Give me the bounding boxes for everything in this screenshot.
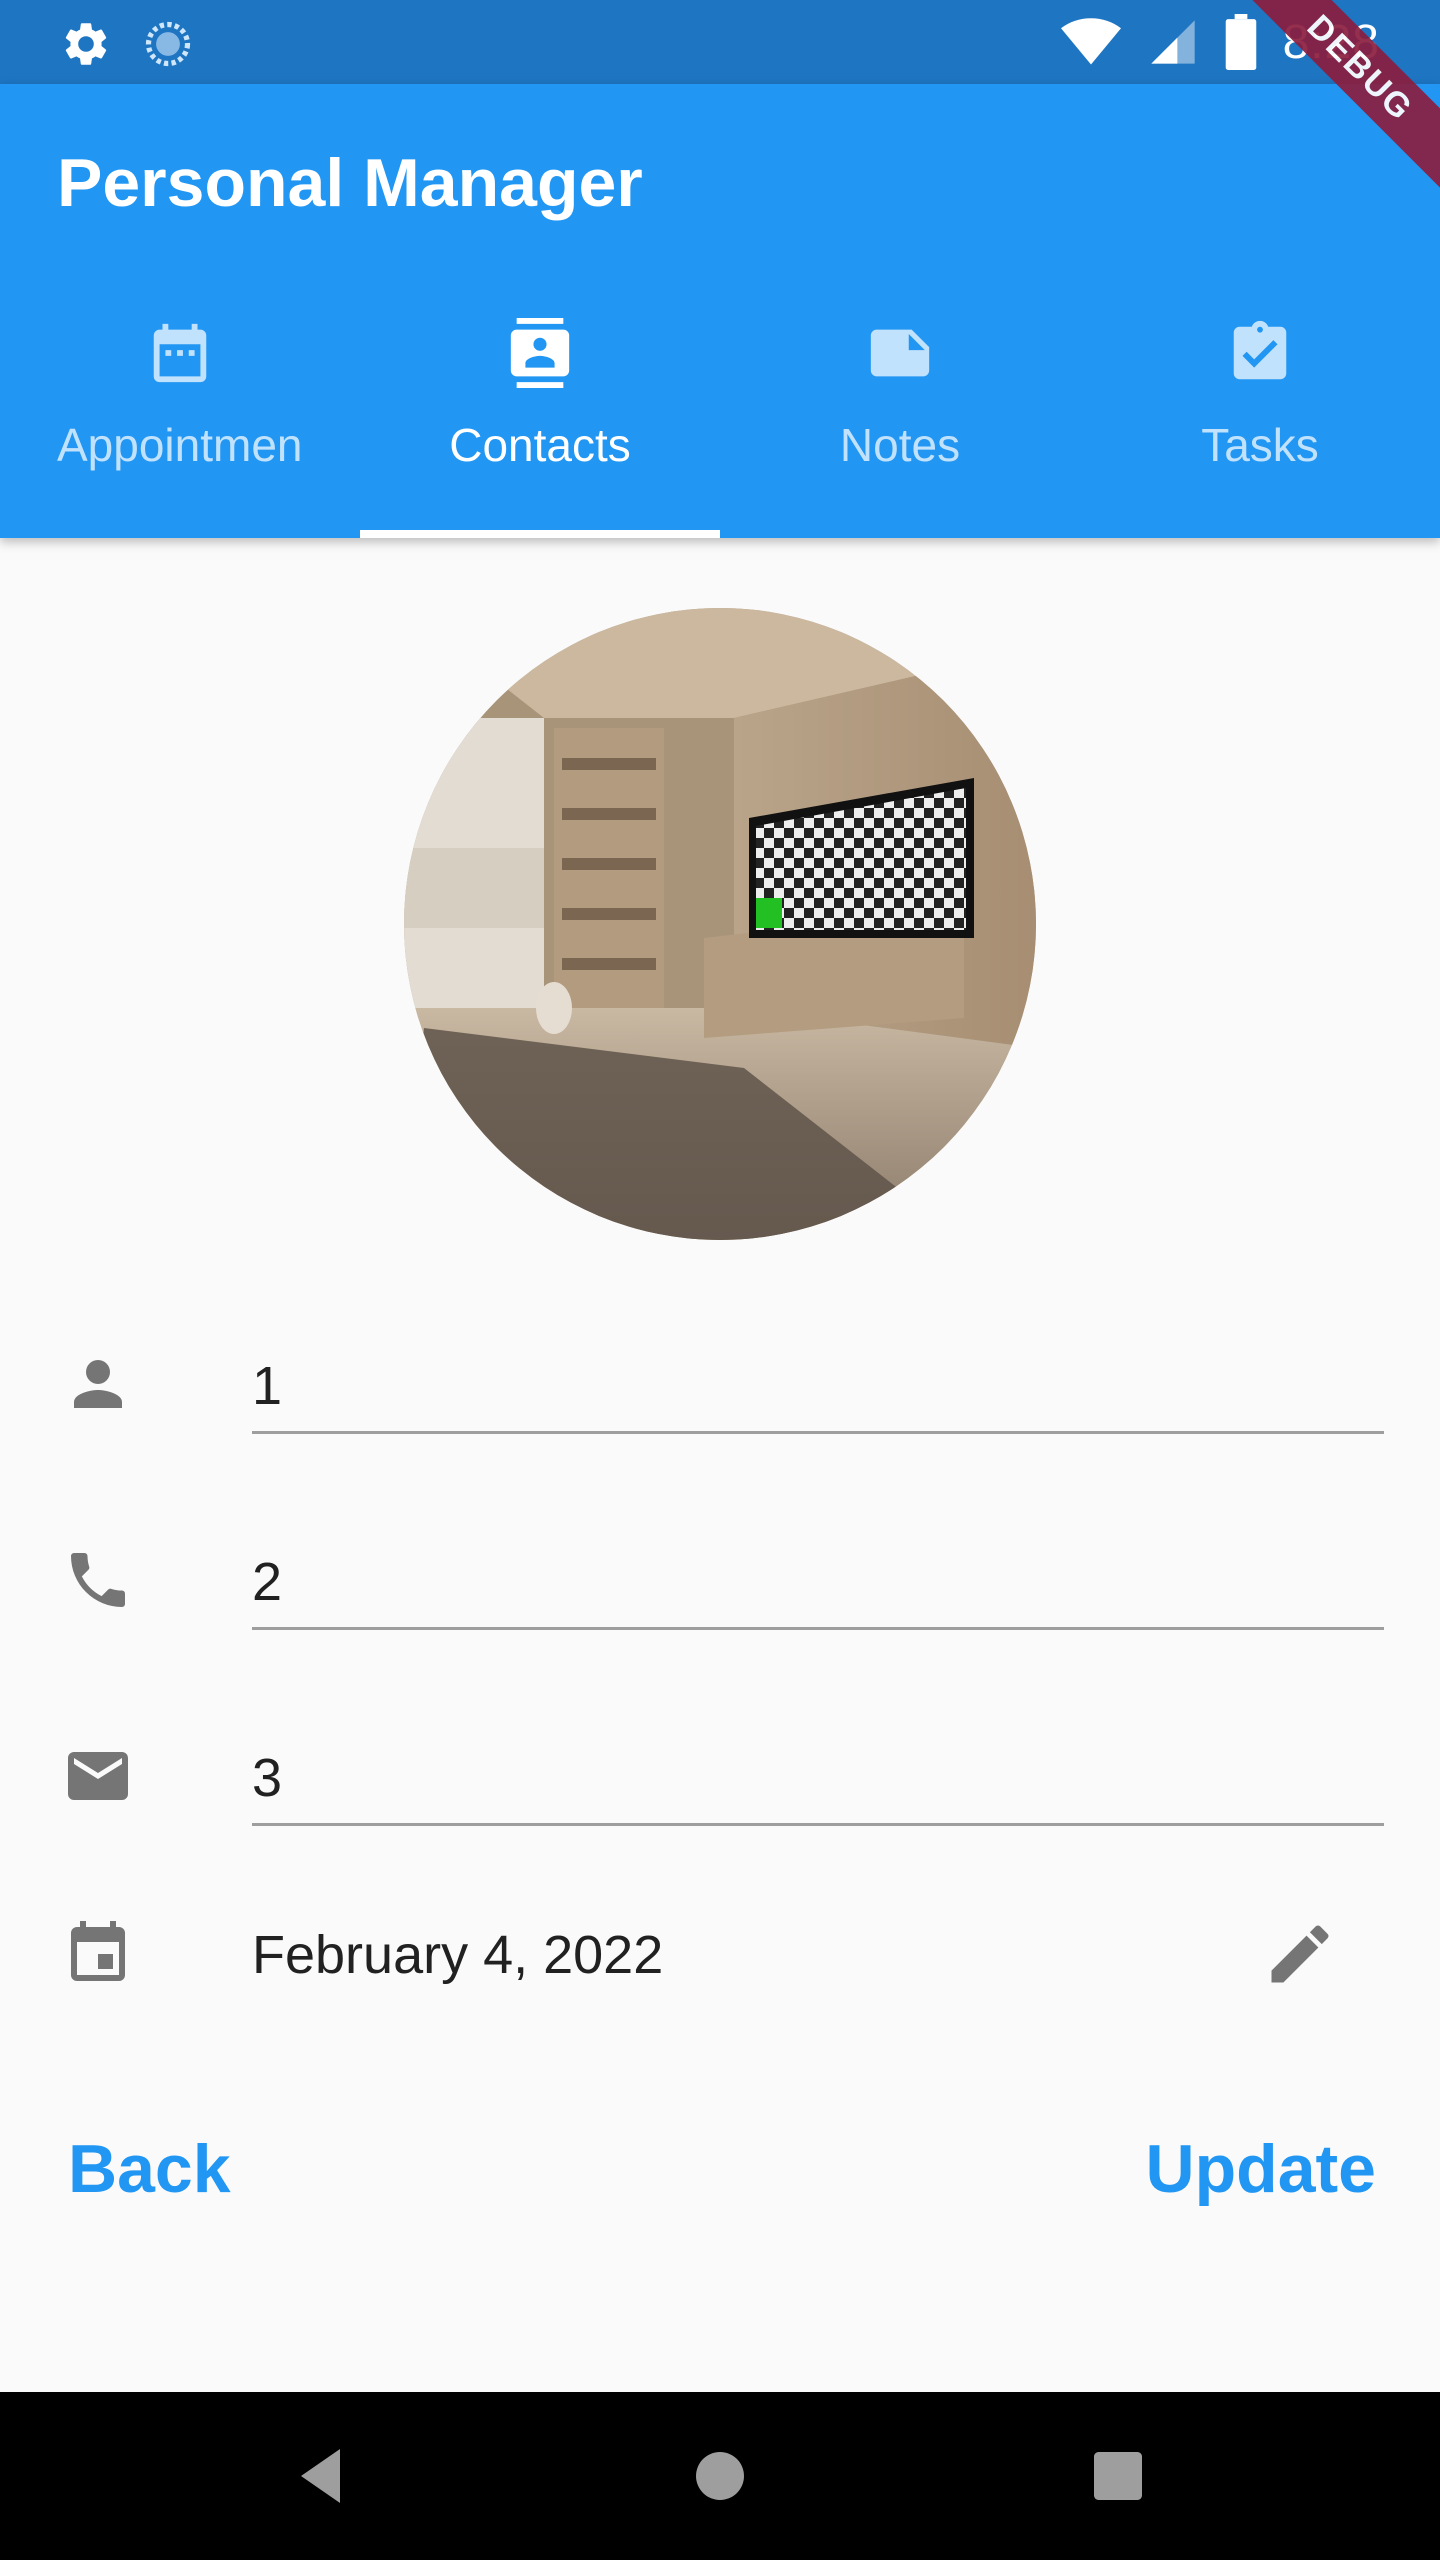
navigation-bar <box>0 2392 1440 2560</box>
gear-icon <box>65 23 107 65</box>
tab-label: Notes <box>839 419 961 471</box>
birthday-value: February 4, 2022 <box>252 1925 664 1985</box>
name-field[interactable] <box>252 1340 1384 1434</box>
event-calendar-icon <box>71 1921 125 1981</box>
tab-label: Appointments <box>57 419 300 471</box>
contacts-icon <box>510 318 570 388</box>
tab-appointments[interactable]: Appointments <box>0 298 360 538</box>
calendar-icon <box>153 323 207 383</box>
phone-row <box>0 1506 1440 1702</box>
update-button[interactable]: Update <box>1146 2130 1376 2208</box>
home-circle-icon[interactable] <box>684 2440 756 2512</box>
back-button[interactable]: Back <box>68 2130 231 2208</box>
person-icon <box>74 1360 122 1408</box>
phone-field[interactable] <box>252 1536 1384 1630</box>
tab-bar: Appointments Contacts Notes Tasks <box>0 298 1440 538</box>
name-row <box>0 1310 1440 1506</box>
tab-label: Tasks <box>1201 419 1319 471</box>
contact-avatar[interactable] <box>404 608 1036 1240</box>
app-title: Personal Manager <box>57 145 643 221</box>
recents-square-icon[interactable] <box>1082 2440 1154 2512</box>
wifi-icon <box>1060 18 1121 65</box>
tab-indicator <box>360 530 720 538</box>
tab-notes[interactable]: Notes <box>720 298 1080 538</box>
birthday-row: February 4, 2022 <box>0 1862 1440 2052</box>
signal-icon <box>1150 20 1195 64</box>
sync-icon <box>145 21 191 67</box>
tab-contacts[interactable]: Contacts <box>360 298 720 538</box>
room-photo <box>404 608 1036 1240</box>
back-triangle-icon[interactable] <box>286 2440 358 2512</box>
note-icon <box>870 329 930 377</box>
battery-icon <box>1225 14 1256 70</box>
tab-label: Contacts <box>449 419 631 471</box>
edit-pencil-icon[interactable] <box>1262 1916 1338 1992</box>
tab-tasks[interactable]: Tasks <box>1080 298 1440 538</box>
phone-icon <box>71 1553 125 1607</box>
email-field[interactable] <box>252 1732 1384 1826</box>
app-bar: Personal Manager Appointments Contacts N… <box>0 84 1440 538</box>
assignment-check-icon <box>1233 320 1287 380</box>
email-icon <box>68 1752 128 1800</box>
status-bar: 8:28 <box>0 0 1440 84</box>
